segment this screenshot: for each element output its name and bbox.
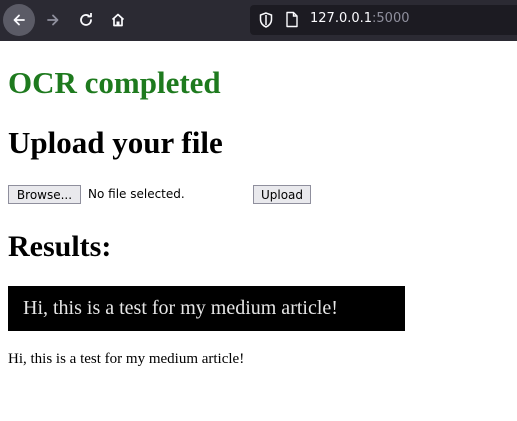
address-bar[interactable]: 127.0.0.1:5000 — [250, 5, 517, 35]
url-port: :5000 — [372, 11, 410, 26]
back-button[interactable] — [3, 4, 35, 36]
reload-icon — [80, 13, 92, 26]
file-status-text: No file selected. — [88, 187, 185, 201]
back-arrow-icon — [3, 4, 35, 36]
page-info-icon[interactable] — [285, 11, 299, 28]
forward-button[interactable] — [37, 4, 69, 36]
reload-button[interactable] — [70, 4, 102, 36]
url-text[interactable]: 127.0.0.1:5000 — [310, 11, 410, 26]
forward-arrow-icon — [47, 14, 59, 26]
upload-heading: Upload your file — [8, 125, 223, 160]
upload-button[interactable]: Upload — [253, 185, 311, 204]
ocr-image-text: Hi, this is a test for my medium article… — [23, 297, 338, 319]
tracking-protection-shield-icon[interactable] — [259, 12, 273, 28]
home-button[interactable] — [102, 4, 134, 36]
ocr-result-text: Hi, this is a test for my medium article… — [8, 351, 245, 367]
status-heading: OCR completed — [8, 65, 221, 100]
url-host: 127.0.0.1 — [310, 11, 373, 26]
home-icon — [111, 13, 125, 27]
browse-button[interactable]: Browse... — [8, 185, 81, 204]
browser-toolbar: 127.0.0.1:5000 — [0, 0, 517, 41]
results-heading: Results: — [8, 230, 112, 263]
ocr-source-image: Hi, this is a test for my medium article… — [8, 286, 405, 331]
